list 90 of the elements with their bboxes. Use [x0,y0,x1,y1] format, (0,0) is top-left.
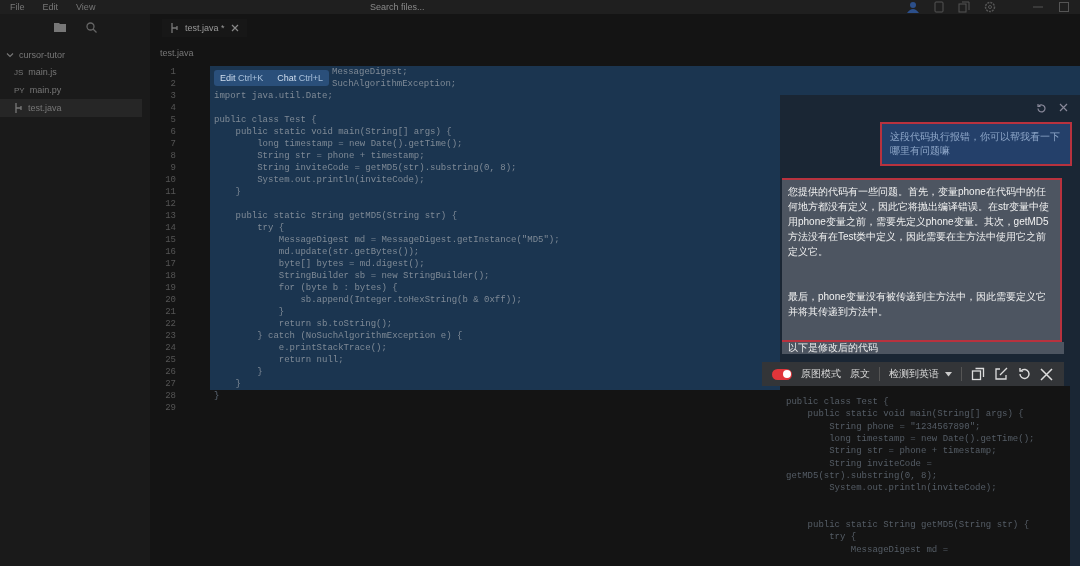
code-line: long timestamp = new Date().getTime(); [256,139,463,149]
language-dropdown[interactable]: 检测到英语 [889,367,952,382]
search-field[interactable]: Search files... [370,2,570,12]
reply-paragraph: 最后，phone变量没有被传递到主方法中，因此需要定义它并将其传递到方法中。 [788,290,1047,319]
line-number: 1 [169,66,176,78]
line-number: 15 [164,234,176,246]
code-line: try { [256,223,285,233]
line-number: 19 [164,282,176,294]
code-line: StringBuilder sb = new StringBuilder(); [277,271,490,281]
code-line: System.out.println(inviteCode); [256,175,425,185]
code-line: long timestamp = new Date().getTime(); [828,433,1036,446]
refresh-icon[interactable] [1017,367,1031,382]
edit-icon[interactable] [994,367,1008,382]
popup-action[interactable]: Chat Ctrl+L [277,72,324,84]
code-line: String str = phone + timestamp; [828,445,998,458]
menu-item[interactable]: View [76,2,96,12]
code-line: } [234,379,241,389]
line-number: 9 [169,162,176,174]
code-line: public static String getMD5(String str) { [806,519,1031,532]
search-icon[interactable] [85,22,97,33]
code-line: getMD5(str).substring(0, 8); [786,469,939,483]
code-line: MessageDigest md = MessageDigest.getInstance("MD5"); [277,235,560,245]
code-line: String str = phone + timestamp; [256,151,425,161]
line-number: 18 [164,270,176,282]
line-number: 22 [164,318,176,330]
code-line: import java.util.Date; [214,91,333,101]
line-number: 11 [164,186,176,198]
original-text-button[interactable]: 原文 [850,367,870,382]
code-line: return null; [277,355,344,365]
line-number: 29 [164,402,176,414]
line-number: 7 [169,138,176,150]
line-number: 27 [164,378,176,390]
code-line: public static void main(String[] args) { [806,408,1025,421]
breadcrumb: test.java [159,47,195,60]
code-line: public static String getMD5(String str) { [234,211,458,221]
close-icon[interactable] [230,24,239,32]
toggle-switch[interactable] [772,368,792,380]
maximize-icon[interactable] [1058,1,1070,13]
code-line: } catch (NoSuchAlgorithmException e) { [256,331,463,341]
code-line: String inviteCode = [828,457,933,470]
line-number: 12 [164,198,176,210]
reply-paragraph: 您提供的代码有一些问题。首先，变量phone在代码中的任何地方都没有定义，因此它将抛出编译错误。在str变量中使用phone变量之前，需要先定义phone变量。其次，getMD5方法没有在Test类中定义，因此需要在主方法中使用它之前定义它。 [788,185,1051,259]
code-line: SuchAlgorithmException; [332,79,457,89]
menu-item[interactable]: Edit [42,2,59,12]
code-line: System.out.println(inviteCode); [828,482,998,495]
line-number: 20 [164,294,176,306]
history-icon[interactable] [1036,103,1047,114]
code-line: MessageDigest md = [849,543,950,556]
code-line: sb.append(Integer.toHexString(b & 0xff)); [299,295,522,305]
line-number: 10 [164,174,176,186]
line-number: 28 [164,390,176,402]
toggle-label: 原图模式 [801,367,841,382]
popup-action[interactable]: Edit Ctrl+K [220,72,264,84]
line-number: 26 [164,366,176,378]
caption: 以下是修改后的代码 [782,342,1064,354]
tree-entry[interactable]: JS main.js [0,63,142,81]
code-line: return sb.toString(); [277,319,393,329]
line-number: 16 [164,246,176,258]
code-line: md.update(str.getBytes()); [277,247,420,257]
code-line: } [256,367,263,377]
menu-item[interactable]: File [10,2,25,12]
code-line: public class Test { [786,396,890,409]
code-line: String inviteCode = getMD5(str).substring(0, 8); [256,163,517,173]
code-line: public static void main(String[] args) { [234,127,452,137]
code-line: public class Test { [214,115,317,125]
branch-icon [14,103,23,113]
folder-icon[interactable] [53,22,66,32]
close-icon[interactable] [1059,103,1068,112]
code-line: try { [828,531,858,544]
code-line: } [277,307,285,317]
tree-entry[interactable]: test.java [0,99,142,117]
code-line: } [234,187,241,197]
code-line: MessageDigest; [332,67,408,77]
copy-icon[interactable] [971,367,985,382]
code-line: byte[] bytes = md.digest(); [277,259,425,269]
line-number: 25 [164,354,176,366]
code-line: e.printStackTrace(); [277,343,387,353]
code-line: for (byte b : bytes) { [277,283,398,293]
line-number: 21 [164,306,176,318]
line-number: 13 [164,210,176,222]
settings-icon[interactable] [984,1,996,13]
line-number: 23 [164,330,176,342]
folder-item[interactable]: cursor-tutor [0,47,150,63]
tree-entry[interactable]: PY main.py [0,81,142,99]
code-line: } [214,391,220,401]
line-number: 17 [164,258,176,270]
line-number: 14 [164,222,176,234]
code-line: String phone = "1234567890"; [828,420,982,434]
line-number: 24 [164,342,176,354]
branch-icon [170,23,179,33]
